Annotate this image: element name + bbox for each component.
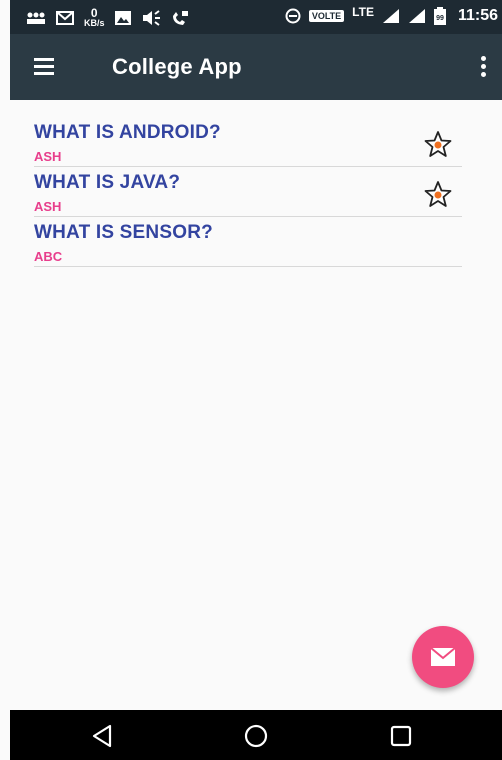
signal-icon [408, 8, 426, 24]
item-title: WHAT IS SENSOR? [34, 222, 213, 243]
volume-icon [141, 9, 161, 26]
star-icon[interactable] [424, 130, 452, 158]
menu-icon [34, 58, 54, 61]
question-list: WHAT IS ANDROID? ASH WHAT IS JAVA? ASH W… [34, 118, 462, 268]
lte-label: LTE [352, 5, 374, 19]
back-button[interactable] [90, 723, 116, 749]
status-bar-left: 0 KB/s [26, 7, 189, 28]
wifi-call-icon [171, 10, 189, 26]
home-button[interactable] [243, 723, 269, 749]
list-item[interactable]: WHAT IS JAVA? ASH [34, 168, 462, 217]
app-bar: College App [10, 34, 502, 100]
back-icon [92, 724, 112, 748]
home-icon [244, 724, 268, 748]
item-title: WHAT IS ANDROID? [34, 122, 221, 143]
image-icon [114, 10, 131, 25]
people-icon [26, 11, 46, 25]
item-title: WHAT IS JAVA? [34, 172, 181, 193]
item-author: ASH [34, 199, 62, 214]
compose-mail-button[interactable] [412, 626, 474, 688]
status-bar-right: VOLTE LTE 99 11:56 [285, 5, 498, 25]
svg-text:99: 99 [436, 15, 444, 22]
overflow-menu-button[interactable] [476, 52, 490, 82]
star-icon[interactable] [424, 180, 452, 208]
data-saver-icon [285, 8, 301, 24]
list-item[interactable]: WHAT IS SENSOR? ABC [34, 218, 462, 267]
list-item[interactable]: WHAT IS ANDROID? ASH [34, 118, 462, 167]
mail-icon [56, 10, 74, 25]
volte-badge: VOLTE [308, 10, 345, 22]
mail-icon [430, 647, 456, 666]
net-speed: 0 KB/s [84, 7, 105, 28]
signal-icon [382, 8, 400, 24]
battery-icon: 99 [433, 7, 446, 25]
status-time: 11:56 [457, 7, 498, 24]
status-bar: 0 KB/s VOLTE LTE 99 11:56 [10, 0, 502, 34]
app-title: College App [112, 54, 242, 79]
item-author: ABC [34, 249, 63, 264]
menu-button[interactable] [34, 54, 58, 78]
recents-button[interactable] [388, 723, 414, 749]
item-author: ASH [34, 149, 62, 164]
navigation-bar [10, 710, 502, 760]
more-vert-icon [481, 56, 486, 61]
recents-icon [390, 725, 412, 747]
net-speed-unit: KB/s [84, 18, 105, 28]
